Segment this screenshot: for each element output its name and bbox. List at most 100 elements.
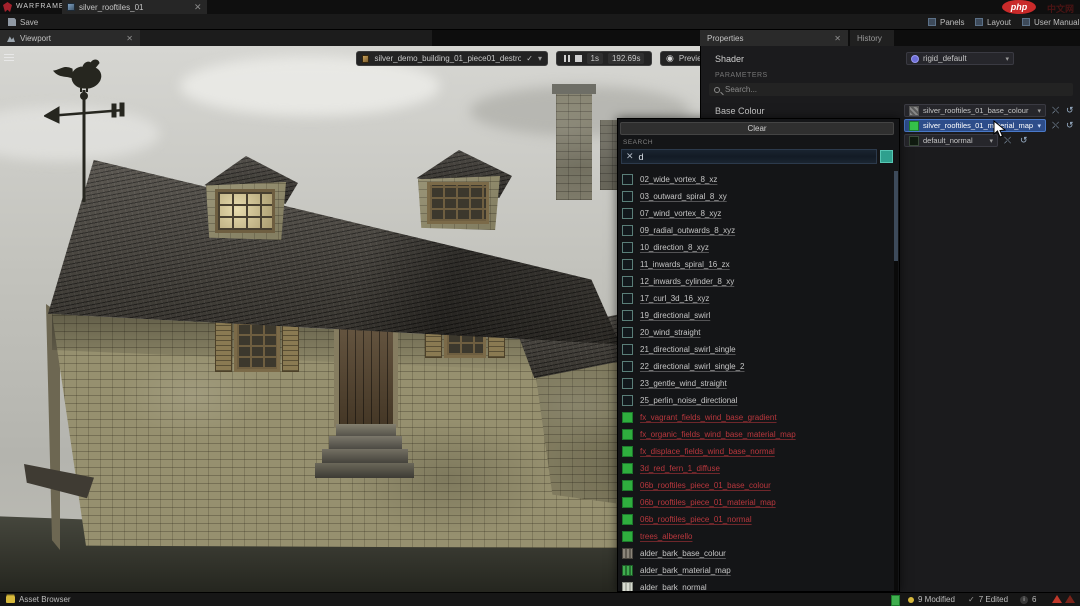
viewport-menu-icon[interactable]: [4, 52, 14, 63]
texture-label: 20_wind_straight: [640, 328, 700, 337]
texture-label: alder_bark_material_map: [640, 566, 731, 575]
shader-dropdown[interactable]: rigid_default ▾: [906, 52, 1014, 65]
texture-label: 06b_rooftiles_piece_01_base_colour: [640, 481, 771, 490]
texture-thumbnail: [622, 446, 633, 457]
texture-list-item[interactable]: 07_wind_vortex_8_xyz: [618, 205, 894, 222]
texture-list-item[interactable]: 03_outward_spiral_8_xy: [618, 188, 894, 205]
reset-texture-icon[interactable]: ↺: [1020, 135, 1028, 146]
popup-search-input[interactable]: ✕ d: [621, 149, 877, 164]
texture-list-item[interactable]: 22_directional_swirl_single_2: [618, 358, 894, 375]
green-indicator-icon: [891, 595, 900, 606]
texture-list-item[interactable]: 23_gentle_wind_straight: [618, 375, 894, 392]
texture-thumbnail: [622, 463, 633, 474]
search-confirm-button[interactable]: [880, 150, 893, 163]
clear-texture-icon[interactable]: ⤬: [1052, 120, 1059, 131]
texture-thumbnail: [622, 395, 633, 406]
texture-label: fx_displace_fields_wind_base_normal: [640, 447, 775, 456]
texture-list-item[interactable]: 3d_red_fern_1_diffuse: [618, 460, 894, 477]
texture-list-item[interactable]: alder_bark_material_map: [618, 562, 894, 579]
normal-texture-dropdown[interactable]: default_normal ▾: [904, 134, 998, 147]
folder-icon: [6, 596, 15, 603]
info-icon: i: [1020, 596, 1028, 604]
weathervane-icon: [44, 52, 136, 202]
user-manual-button[interactable]: User Manual: [1022, 16, 1079, 28]
texture-thumbnail: [622, 531, 633, 542]
warning-triangle-dim-icon: [1065, 595, 1075, 603]
edited-status[interactable]: ✓ 7 Edited: [968, 595, 1008, 604]
viewport-3d[interactable]: silver_demo_building_01_piece01_destroy0…: [0, 46, 700, 592]
playback-time[interactable]: 192.69s: [608, 53, 644, 64]
texture-list-item[interactable]: 09_radial_outwards_8_xyz: [618, 222, 894, 239]
panels-button[interactable]: Panels: [928, 16, 964, 28]
layout-label: Layout: [987, 18, 1011, 27]
material-map-texture-dropdown[interactable]: silver_rooftiles_01_material_map ▾: [904, 119, 1046, 132]
pause-button[interactable]: [564, 55, 570, 62]
texture-list-item[interactable]: fx_organic_fields_wind_base_material_map: [618, 426, 894, 443]
texture-list-item[interactable]: 06b_rooftiles_piece_01_base_colour: [618, 477, 894, 494]
texture-list-item[interactable]: 17_curl_3d_16_xyz: [618, 290, 894, 307]
texture-list-item[interactable]: 21_directional_swirl_single: [618, 341, 894, 358]
asset-browser-button[interactable]: Asset Browser: [6, 595, 71, 604]
texture-label: 06b_rooftiles_piece_01_normal: [640, 515, 752, 524]
texture-thumbnail: [622, 344, 633, 355]
asset-name: silver_demo_building_01_piece01_destroy0…: [374, 54, 521, 63]
properties-tab-close-icon[interactable]: ✕: [834, 34, 841, 43]
texture-list-item[interactable]: trees_alberello: [618, 528, 894, 545]
warnings-status[interactable]: [1052, 595, 1075, 603]
tab-properties[interactable]: Properties ✕: [700, 30, 848, 46]
texture-list-item[interactable]: 25_perlin_noise_directional: [618, 392, 894, 409]
playback-controls: 1s 192.69s: [556, 51, 652, 66]
texture-list-item[interactable]: fx_displace_fields_wind_base_normal: [618, 443, 894, 460]
texture-list-item[interactable]: 06b_rooftiles_piece_01_normal: [618, 511, 894, 528]
viewport-tab-close-icon[interactable]: ✕: [126, 34, 133, 43]
texture-label: fx_organic_fields_wind_base_material_map: [640, 430, 796, 439]
texture-label: trees_alberello: [640, 532, 692, 541]
tab-viewport[interactable]: Viewport ✕: [0, 30, 140, 46]
texture-label: 10_direction_8_xyz: [640, 243, 709, 252]
reset-texture-icon[interactable]: ↺: [1066, 120, 1074, 131]
modified-status[interactable]: 9 Modified: [908, 595, 955, 604]
asset-selector-dropdown[interactable]: silver_demo_building_01_piece01_destroy0…: [356, 51, 548, 66]
reset-texture-icon[interactable]: ↺: [1066, 105, 1074, 116]
warframe-logo-icon: [3, 2, 12, 12]
viewport-tab-label: Viewport: [20, 34, 51, 43]
clear-search-icon[interactable]: ✕: [626, 151, 634, 162]
texture-list-item[interactable]: 11_inwards_spiral_16_zx: [618, 256, 894, 273]
texture-list-item[interactable]: alder_bark_normal: [618, 579, 894, 592]
chevron-down-icon: ▾: [1037, 107, 1041, 115]
texture-label: 07_wind_vortex_8_xyz: [640, 209, 721, 218]
parameter-search-input[interactable]: Search...: [709, 83, 1073, 96]
texture-list-item[interactable]: 10_direction_8_xyz: [618, 239, 894, 256]
texture-list-item[interactable]: 06b_rooftiles_piece_01_material_map: [618, 494, 894, 511]
texture-list-item[interactable]: 12_inwards_cylinder_8_xy: [618, 273, 894, 290]
base-colour-label: Base Colour: [715, 106, 765, 116]
tab-history[interactable]: History: [850, 30, 894, 46]
texture-label: 11_inwards_spiral_16_zx: [640, 260, 730, 269]
texture-thumbnail: [622, 327, 633, 338]
stop-button[interactable]: [575, 55, 582, 62]
texture-thumbnail: [622, 361, 633, 372]
clear-texture-icon[interactable]: ⤬: [1052, 105, 1059, 116]
texture-list-item[interactable]: 20_wind_straight: [618, 324, 894, 341]
texture-list-item[interactable]: 02_wide_vortex_8_xz: [618, 171, 894, 188]
document-tab[interactable]: silver_rooftiles_01: [62, 0, 207, 14]
texture-thumbnail: [622, 259, 633, 270]
info-status[interactable]: i 6: [1020, 595, 1036, 604]
save-button[interactable]: Save: [8, 16, 38, 28]
playback-speed[interactable]: 1s: [587, 53, 603, 64]
texture-thumbnail: [622, 276, 633, 287]
base-colour-texture-dropdown[interactable]: silver_rooftiles_01_base_colour ▾: [904, 104, 1046, 117]
preview-button[interactable]: ◉ Preview: [660, 51, 700, 66]
texture-list-item[interactable]: alder_bark_base_colour: [618, 545, 894, 562]
search-placeholder: Search...: [725, 85, 757, 94]
texture-list-item[interactable]: fx_vagrant_fields_wind_base_gradient: [618, 409, 894, 426]
asset-cube-icon: [362, 55, 369, 63]
layout-button[interactable]: Layout: [975, 16, 1011, 28]
texture-list-item[interactable]: 19_directional_swirl: [618, 307, 894, 324]
popup-scrollbar[interactable]: [894, 171, 898, 591]
texture-thumbnail: [622, 429, 633, 440]
asset-browser-label: Asset Browser: [19, 595, 71, 604]
document-tab-close-icon[interactable]: ✕: [194, 2, 202, 13]
chimney-cap: [552, 84, 596, 94]
clear-button[interactable]: Clear: [620, 122, 894, 135]
